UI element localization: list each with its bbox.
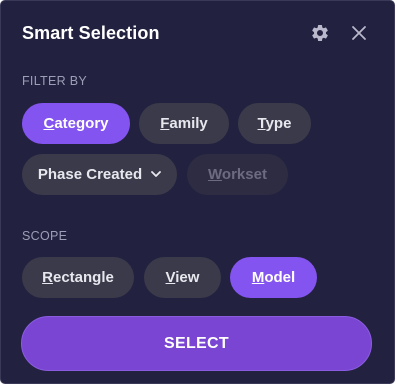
- select-button[interactable]: SELECT: [21, 316, 372, 371]
- filter-chip-workset: Workset: [187, 154, 288, 195]
- gear-icon[interactable]: [309, 22, 331, 44]
- scope-chip-rectangle[interactable]: Rectangle: [22, 257, 134, 298]
- filter-by-label: FILTER BY: [22, 74, 87, 88]
- filter-chip-category[interactable]: Category: [22, 103, 130, 144]
- filter-dropdown-phase-created[interactable]: Phase Created: [22, 154, 177, 195]
- filter-chip-type[interactable]: Type: [238, 103, 311, 144]
- filter-chip-family[interactable]: Family: [139, 103, 229, 144]
- panel-title: Smart Selection: [22, 23, 160, 43]
- scope-label: SCOPE: [22, 229, 68, 243]
- scope-chip-view[interactable]: View: [144, 257, 221, 298]
- smart-selection-panel: Smart Selection FILTER BY Category Famil…: [0, 0, 395, 384]
- chevron-down-icon: [151, 171, 162, 178]
- scope-chip-model[interactable]: Model: [230, 257, 317, 298]
- close-icon[interactable]: [348, 22, 370, 44]
